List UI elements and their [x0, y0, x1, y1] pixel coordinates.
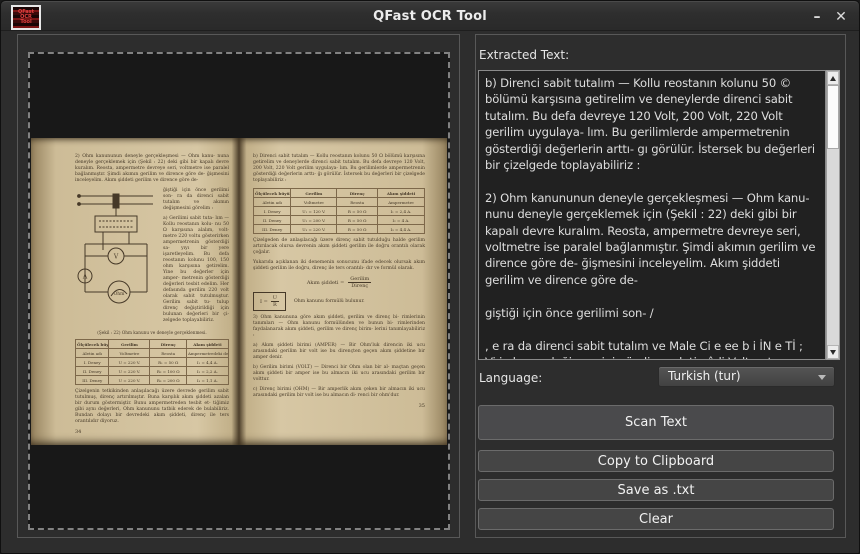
book-paragraph: Yukarıda açıklanan iki denemenin sonucun… [253, 260, 425, 272]
window-title: QFast OCR Tool [1, 2, 859, 32]
book-table-left: Ölçülecek büyüklükGerilimDirençAkım şidd… [75, 339, 229, 385]
title-bar[interactable]: QFast OCR Tool QFast OCR Tool – ✕ [1, 1, 859, 31]
book-paragraph: 2) Ohm kanununun deneyle gerçekleşmesi —… [75, 154, 229, 184]
close-button[interactable]: ✕ [829, 2, 853, 32]
book-table-right: Ölçülecek büyüklükGerilimDirençAkım şidd… [253, 188, 425, 234]
book-paragraph: Çizelgeden de anlaşılacağı üzere direnç … [253, 238, 425, 256]
extracted-text-label: Extracted Text: [479, 48, 569, 62]
book-paragraph: c) Direnç birimi (OHM) — Bir amperlik ak… [253, 387, 425, 399]
svg-text:Ohm: Ohm [114, 291, 126, 297]
ohm-law-box: I = UR [253, 292, 286, 311]
ohm-law-box-row: I = UR Ohm kanunu formülü bulunur. [253, 292, 425, 311]
minimize-button[interactable]: – [805, 2, 829, 32]
save-as-txt-button[interactable]: Save as .txt [478, 479, 834, 501]
ocr-panel: Extracted Text: b) Direnci sabit tutalım… [475, 34, 846, 538]
svg-text:A: A [82, 274, 88, 281]
book-paragraph: Çizelgenin tetkikinden anlaşılacağı üzer… [75, 389, 229, 425]
vertical-scrollbar[interactable] [826, 70, 840, 360]
book-paragraph: b) Gerilim birimi (VOLT) — Direnci bir O… [253, 365, 425, 383]
chevron-down-icon [818, 375, 826, 380]
scroll-up-icon[interactable] [827, 71, 839, 85]
book-paragraph: a) Akım şiddeti birimi (AMPER) — Bir Ohm… [253, 343, 425, 361]
scrollbar-thumb[interactable] [827, 85, 839, 149]
circuit-diagram: V A Ohm [75, 188, 159, 328]
book-paragraph: b) Direnci sabit tutalım — Kollu reostan… [253, 154, 425, 184]
image-drop-area[interactable]: 2) Ohm kanununun deneyle gerçekleşmesi —… [28, 52, 450, 530]
scan-text-button[interactable]: Scan Text [478, 405, 834, 440]
page-number: 35 [253, 403, 425, 409]
book-paragraph: a) Gerilimi sabit tuta- lım — Kollu reos… [163, 216, 229, 324]
language-selected-value: Turkish (tur) [668, 369, 741, 383]
figure-caption: (Şekil : 22) Ohm kanunu ve deneyle gerçe… [75, 330, 229, 335]
copy-to-clipboard-button[interactable]: Copy to Clipboard [478, 450, 834, 472]
preview-panel: 2) Ohm kanununun deneyle gerçekleşmesi —… [17, 34, 460, 538]
language-dropdown[interactable]: Turkish (tur) [658, 366, 835, 387]
book-paragraph: Ohm kanunu formülü bulunur. [294, 299, 365, 304]
scroll-down-icon[interactable] [827, 345, 839, 359]
svg-text:V: V [113, 254, 119, 261]
book-page-right: b) Direnci sabit tutalım — Kollu reostan… [239, 138, 447, 445]
scanned-book-preview: 2) Ohm kanununun deneyle gerçekleşmesi —… [31, 138, 447, 445]
app-window: QFast OCR Tool QFast OCR Tool – ✕ 2) Ohm… [0, 0, 860, 554]
extracted-text-area[interactable]: b) Direnci sabit tutalım — Kollu reostan… [478, 70, 826, 360]
book-paragraph: ğiştiği için önce gerilimi son- ra da di… [163, 188, 229, 212]
book-page-left: 2) Ohm kanununun deneyle gerçekleşmesi —… [31, 138, 239, 445]
clear-button[interactable]: Clear [478, 508, 834, 530]
ohm-formula: Akım şiddeti = GerilimDirenç [253, 276, 425, 289]
language-label: Language: [479, 371, 542, 385]
book-paragraph: 3) Ohm kanununa göre akım şiddeti, geril… [253, 315, 425, 339]
page-number: 34 [75, 429, 229, 435]
